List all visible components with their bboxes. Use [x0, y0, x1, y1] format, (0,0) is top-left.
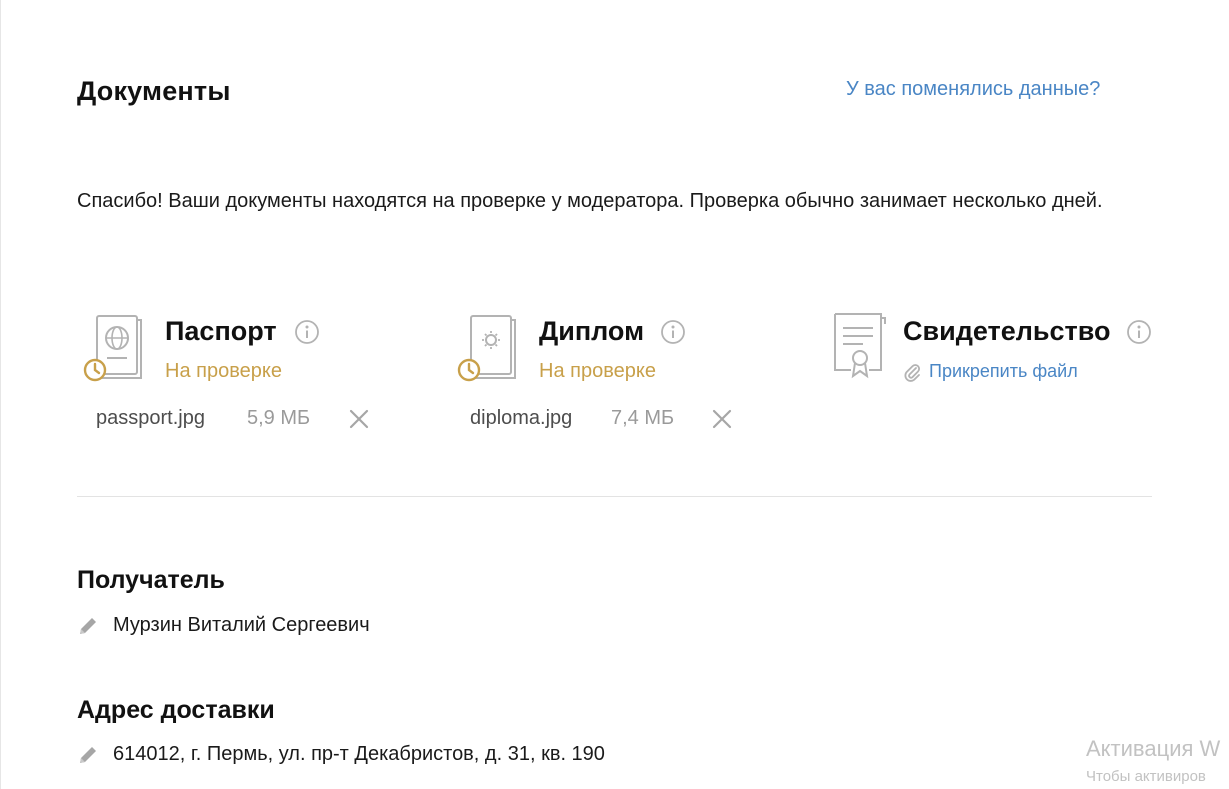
passport-icon [83, 315, 142, 382]
delivery-row: 614012, г. Пермь, ул. пр-т Декабристов, … [77, 743, 605, 766]
documents-page: Документы У вас поменялись данные? Спаси… [0, 0, 1229, 789]
diploma-info-icon[interactable] [660, 319, 686, 345]
attach-file-button[interactable]: Прикрепить файл [903, 361, 1078, 382]
diploma-status: На проверке [539, 360, 656, 382]
passport-info-icon[interactable] [294, 319, 320, 345]
passport-file-size: 5,9 МБ [247, 407, 311, 429]
paperclip-icon [904, 363, 921, 382]
recipient-name: Мурзин Виталий Сергеевич [113, 614, 370, 636]
certificate-card [829, 310, 891, 387]
passport-status: На проверке [165, 360, 282, 382]
activation-watermark-text: Чтобы активиров [1086, 768, 1206, 785]
pencil-icon[interactable] [77, 744, 99, 766]
passport-card [83, 312, 145, 389]
section-divider [77, 496, 1152, 497]
passport-remove-icon[interactable] [348, 408, 370, 430]
diploma-title: Диплом [539, 316, 645, 346]
certificate-info-icon[interactable] [1126, 319, 1152, 345]
attach-file-label: Прикрепить файл [929, 361, 1078, 381]
diploma-file-size: 7,4 МБ [611, 407, 675, 429]
passport-title: Паспорт [165, 316, 277, 346]
diploma-icon [457, 315, 516, 382]
diploma-card [457, 312, 519, 389]
review-notice: Спасибо! Ваши документы находятся на про… [77, 190, 1103, 212]
diploma-remove-icon[interactable] [711, 408, 733, 430]
certificate-title: Свидетельство [903, 316, 1111, 346]
diploma-file-name[interactable]: diploma.jpg [470, 407, 572, 430]
delivery-title: Адрес доставки [77, 696, 275, 724]
passport-file-name[interactable]: passport.jpg [96, 407, 205, 430]
certificate-icon [834, 313, 886, 379]
recipient-title: Получатель [77, 566, 225, 594]
activation-watermark-title: Активация W [1086, 736, 1221, 761]
data-changed-link[interactable]: У вас поменялись данные? [846, 78, 1100, 101]
page-title: Документы [77, 76, 231, 106]
recipient-row: Мурзин Виталий Сергеевич [77, 614, 370, 637]
pencil-icon[interactable] [77, 615, 99, 637]
delivery-address: 614012, г. Пермь, ул. пр-т Декабристов, … [113, 743, 605, 765]
